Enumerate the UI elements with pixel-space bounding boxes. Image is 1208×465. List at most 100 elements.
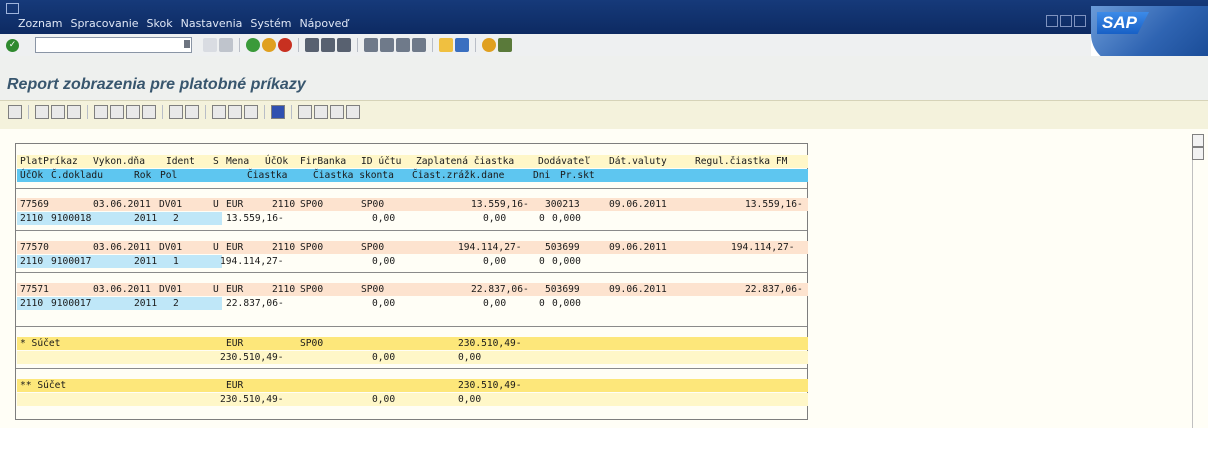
menu-item-napoved[interactable]: Nápoveď <box>299 17 348 30</box>
header-dat-valuty: Dát.valuty <box>609 156 667 167</box>
scroll-up-icon[interactable] <box>1192 134 1204 147</box>
table-row[interactable]: 2110 9100018 2011 2 13.559,16- 0,00 0,00… <box>17 212 808 225</box>
previous-page-icon[interactable] <box>314 105 328 119</box>
cell-mena: EUR <box>226 284 244 295</box>
header-platprikaz: PlatPríkaz <box>20 156 78 167</box>
cell-ucok: 2110 <box>272 242 296 253</box>
cell-dodavatel: 503699 <box>545 284 580 295</box>
minimize-icon[interactable] <box>1046 15 1058 27</box>
report-list: PlatPríkaz Vykon.dňa Ident S Mena ÚčOk F… <box>15 143 808 420</box>
cell-ident: DV01 <box>159 242 183 253</box>
cell-dodavatel: 300213 <box>545 199 580 210</box>
total-skonto: 0,00 <box>372 394 396 405</box>
last-page-icon[interactable] <box>412 38 426 52</box>
next-page-icon[interactable] <box>330 105 344 119</box>
subtotal-firbanka: SP00 <box>300 338 324 349</box>
local-file-icon[interactable] <box>185 105 199 119</box>
find-icon[interactable] <box>321 38 335 52</box>
chevron-left-icon[interactable] <box>203 38 217 52</box>
cell-firbanka: SP00 <box>300 199 324 210</box>
details-icon[interactable] <box>8 105 22 119</box>
save-layout-icon[interactable] <box>244 105 258 119</box>
cell-s: U <box>213 199 219 210</box>
cell-prskt: 0,000 <box>552 256 581 267</box>
subtotal-row[interactable]: * Súčet EUR SP00 230.510,49- <box>17 337 808 350</box>
cell-rok: 2011 <box>134 298 158 309</box>
cell-firbanka: SP00 <box>300 284 324 295</box>
subtotal-row-2[interactable]: 230.510,49- 0,00 0,00 <box>17 351 808 364</box>
table-row[interactable]: 77571 03.06.2011 DV01 U EUR 2110 SP00 SP… <box>17 283 808 296</box>
cell-ciastka: 194.114,27- <box>220 256 284 267</box>
cell-skonto: 0,00 <box>372 213 396 224</box>
vertical-scrollbar[interactable] <box>1192 160 1203 428</box>
menu-item-spracovanie[interactable]: Spracovanie <box>70 17 138 30</box>
print-preview-icon[interactable] <box>126 105 140 119</box>
print-icon[interactable] <box>305 38 319 52</box>
filter-icon[interactable] <box>67 105 81 119</box>
maximize-icon[interactable] <box>1060 15 1072 27</box>
table-row[interactable]: 77570 03.06.2011 DV01 U EUR 2110 SP00 SP… <box>17 241 808 254</box>
shortcut-icon[interactable] <box>455 38 469 52</box>
cell-pol: 2 <box>173 298 179 309</box>
table-row[interactable]: 2110 9100017 2011 1 194.114,27- 0,00 0,0… <box>17 255 808 268</box>
window-menu-icon[interactable] <box>6 3 19 14</box>
information-icon[interactable] <box>271 105 285 119</box>
help-icon[interactable] <box>482 38 496 52</box>
export-icon[interactable] <box>142 105 156 119</box>
change-layout-icon[interactable] <box>212 105 226 119</box>
header-ucok-2: ÚčOk <box>20 170 44 181</box>
cell-vykon: 03.06.2011 <box>93 284 151 295</box>
save-icon[interactable] <box>219 38 233 52</box>
first-page-icon[interactable] <box>298 105 312 119</box>
next-page-icon[interactable] <box>396 38 410 52</box>
total-row[interactable]: ** Súčet EUR 230.510,49- <box>17 379 808 392</box>
scroll-down-icon[interactable] <box>1192 147 1204 160</box>
enter-check-icon[interactable]: ✓ <box>6 39 19 52</box>
cell-id-uctu: SP00 <box>361 284 385 295</box>
last-page-icon[interactable] <box>346 105 360 119</box>
menu-item-nastavenia[interactable]: Nastavenia <box>181 17 243 30</box>
customize-layout-icon[interactable] <box>498 38 512 52</box>
cell-platprikaz: 77569 <box>20 199 49 210</box>
total-icon[interactable] <box>94 105 108 119</box>
command-field[interactable] <box>35 37 192 53</box>
exit-icon[interactable] <box>262 38 276 52</box>
cell-mena: EUR <box>226 242 244 253</box>
menu-item-zoznam[interactable]: Zoznam <box>18 17 62 30</box>
cell-s: U <box>213 284 219 295</box>
header-ident: Ident <box>166 156 195 167</box>
cell-dat-valuty: 09.06.2011 <box>609 284 667 295</box>
subtotal-ciastka: 230.510,49- <box>220 352 284 363</box>
table-row[interactable]: 77569 03.06.2011 DV01 U EUR 2110 SP00 SP… <box>17 198 808 211</box>
header-zaplatena: Zaplatená čiastka <box>416 156 515 167</box>
header-vykon-dna: Vykon.dňa <box>93 156 145 167</box>
menu-item-skok[interactable]: Skok <box>147 17 173 30</box>
subtotal-icon[interactable] <box>110 105 124 119</box>
cell-regul: 194.114,27- <box>731 242 795 253</box>
back-icon[interactable] <box>246 38 260 52</box>
table-row[interactable]: 2110 9100017 2011 2 22.837,06- 0,00 0,00… <box>17 297 808 310</box>
total-ciastka: 230.510,49- <box>220 394 284 405</box>
word-processing-icon[interactable] <box>169 105 183 119</box>
cancel-icon[interactable] <box>278 38 292 52</box>
cell-regul: 22.837,06- <box>745 284 803 295</box>
close-icon[interactable] <box>1074 15 1086 27</box>
sort-ascending-icon[interactable] <box>35 105 49 119</box>
find-next-icon[interactable] <box>337 38 351 52</box>
cell-doklad: 9100017 <box>51 298 92 309</box>
total-row-2[interactable]: 230.510,49- 0,00 0,00 <box>17 393 808 406</box>
cell-rok: 2011 <box>134 213 158 224</box>
new-session-icon[interactable] <box>439 38 453 52</box>
sort-descending-icon[interactable] <box>51 105 65 119</box>
previous-page-icon[interactable] <box>380 38 394 52</box>
cell-zrazk: 0,00 <box>483 256 507 267</box>
first-page-icon[interactable] <box>364 38 378 52</box>
header-dni: Dni <box>533 170 551 181</box>
application-toolbar-icons <box>8 105 360 119</box>
command-history-icon[interactable] <box>184 40 190 48</box>
cell-ucok: 2110 <box>20 256 44 267</box>
cell-dat-valuty: 09.06.2011 <box>609 242 667 253</box>
page-title: Report zobrazenia pre platobné príkazy <box>7 76 306 93</box>
select-layout-icon[interactable] <box>228 105 242 119</box>
menu-item-system[interactable]: Systém <box>250 17 291 30</box>
